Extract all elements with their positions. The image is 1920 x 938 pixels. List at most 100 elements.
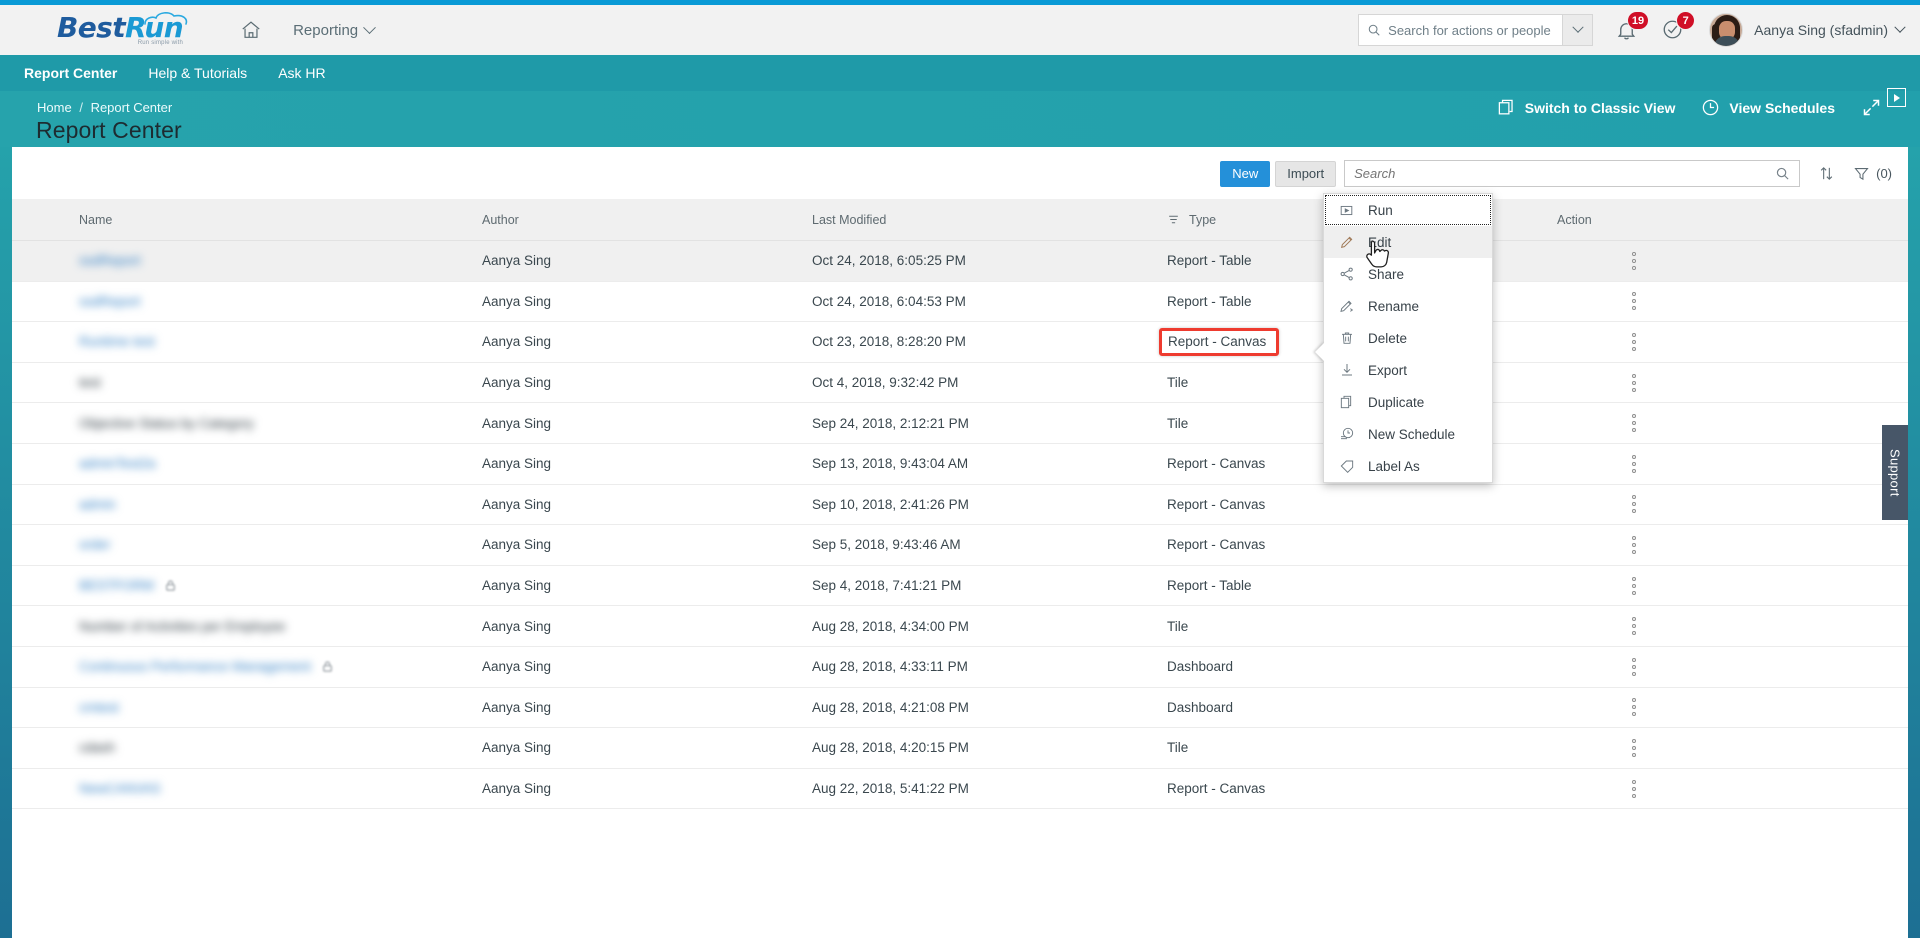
table-row[interactable]: admin Aanya Sing Sep 10, 2018, 2:41:26 PM R… bbox=[12, 484, 1908, 526]
table-row[interactable]: BESTFORM Aanya Sing Sep 4, 2018, 7:41:21 P… bbox=[12, 565, 1908, 607]
report-name-link[interactable]: cmtest bbox=[79, 700, 119, 715]
more-vertical-icon[interactable] bbox=[1632, 332, 1636, 351]
cell-name[interactable]: NewCANVAS bbox=[12, 781, 482, 796]
collapse-panel-button[interactable] bbox=[1887, 88, 1906, 107]
global-search-dropdown-button[interactable] bbox=[1563, 14, 1594, 46]
more-vertical-icon[interactable] bbox=[1632, 698, 1636, 717]
context-menu-item-new-schedule[interactable]: New Schedule bbox=[1324, 418, 1492, 450]
more-vertical-icon[interactable] bbox=[1632, 414, 1636, 433]
cell-name[interactable]: admin bbox=[12, 497, 482, 512]
cell-name[interactable]: test bbox=[12, 375, 482, 390]
support-tab[interactable]: Support bbox=[1882, 425, 1908, 520]
home-icon[interactable] bbox=[239, 18, 263, 42]
cell-name[interactable]: Continuous Performance Management bbox=[12, 659, 482, 674]
report-name-link[interactable]: Objective Status by Category bbox=[79, 416, 254, 431]
more-vertical-icon[interactable] bbox=[1632, 779, 1636, 798]
cell-name[interactable]: order bbox=[12, 537, 482, 552]
report-name-link[interactable]: cdash bbox=[79, 740, 115, 755]
breadcrumb-current[interactable]: Report Center bbox=[91, 100, 173, 115]
trash-icon bbox=[1338, 330, 1355, 347]
report-name-link[interactable]: adminTest2a bbox=[79, 456, 156, 471]
page-title: Report Center bbox=[36, 117, 182, 143]
report-search-input[interactable] bbox=[1354, 166, 1776, 181]
table-row[interactable]: ssdReport Aanya Sing Oct 24, 2018, 6:04:53… bbox=[12, 281, 1908, 323]
context-menu-item-share[interactable]: Share bbox=[1324, 258, 1492, 290]
context-menu-item-export[interactable]: Export bbox=[1324, 354, 1492, 386]
breadcrumb-home[interactable]: Home bbox=[37, 100, 72, 115]
cell-name[interactable]: ssdReport bbox=[12, 253, 482, 268]
table-row[interactable]: ssdReport Aanya Sing Oct 24, 2018, 6:05:25… bbox=[12, 241, 1908, 282]
report-name-link[interactable]: test bbox=[79, 375, 101, 390]
tab-ask-hr[interactable]: Ask HR bbox=[278, 65, 325, 81]
table-row[interactable]: adminTest2a Aanya Sing Sep 13, 2018, 9:43:… bbox=[12, 443, 1908, 485]
context-menu-item-edit[interactable]: Edit bbox=[1324, 226, 1492, 258]
report-name-link[interactable]: ssdReport bbox=[79, 253, 141, 268]
cell-name[interactable]: adminTest2a bbox=[12, 456, 482, 471]
report-name-link[interactable]: ssdReport bbox=[79, 294, 141, 309]
avatar[interactable] bbox=[1709, 13, 1744, 47]
bestrun-logo[interactable]: BestRun Run simple with bbox=[57, 12, 188, 46]
cell-name[interactable]: Number of Activities per Employee bbox=[12, 619, 482, 634]
table-row[interactable]: cdash Aanya Sing Aug 28, 2018, 4:20:15 PM T… bbox=[12, 728, 1908, 769]
table-row[interactable]: test Aanya Sing Oct 4, 2018, 9:32:42 PM Til… bbox=[12, 362, 1908, 404]
expand-fullscreen-icon[interactable] bbox=[1861, 97, 1882, 118]
user-menu[interactable]: Aanya Sing (sfadmin) bbox=[1754, 21, 1906, 38]
report-name-link[interactable]: Runtime test bbox=[79, 334, 155, 349]
more-vertical-icon[interactable] bbox=[1632, 454, 1636, 473]
context-menu-item-label-as[interactable]: Label As bbox=[1324, 450, 1492, 482]
more-vertical-icon[interactable] bbox=[1632, 495, 1636, 514]
table-row[interactable]: NewCANVAS Aanya Sing Aug 22, 2018, 5:41:22… bbox=[12, 768, 1908, 810]
context-menu-item-run[interactable]: Run bbox=[1324, 194, 1492, 226]
report-name-link[interactable]: admin bbox=[79, 497, 116, 512]
more-vertical-icon[interactable] bbox=[1632, 292, 1636, 311]
table-row[interactable]: cmtest Aanya Sing Aug 28, 2018, 4:21:08 PM… bbox=[12, 687, 1908, 729]
more-vertical-icon[interactable] bbox=[1632, 617, 1636, 636]
report-name-link[interactable]: order bbox=[79, 537, 111, 552]
context-menu-item-duplicate[interactable]: Duplicate bbox=[1324, 386, 1492, 418]
more-vertical-icon[interactable] bbox=[1632, 373, 1636, 392]
tab-help-tutorials[interactable]: Help & Tutorials bbox=[148, 65, 247, 81]
more-vertical-icon[interactable] bbox=[1632, 535, 1636, 554]
report-name-link[interactable]: BESTFORM bbox=[79, 578, 154, 593]
cell-last-modified: Aug 28, 2018, 4:21:08 PM bbox=[812, 699, 969, 715]
more-vertical-icon[interactable] bbox=[1632, 657, 1636, 676]
global-search-input[interactable]: Search for actions or people bbox=[1358, 14, 1564, 46]
table-row[interactable]: order Aanya Sing Sep 5, 2018, 9:43:46 AM Re… bbox=[12, 525, 1908, 566]
cell-name[interactable]: Runtime test bbox=[12, 334, 482, 349]
context-menu-item-delete[interactable]: Delete bbox=[1324, 322, 1492, 354]
new-button[interactable]: New bbox=[1220, 160, 1271, 187]
report-search-field[interactable] bbox=[1344, 160, 1801, 187]
report-name-link[interactable]: Continuous Performance Management bbox=[79, 659, 311, 674]
table-row[interactable]: Number of Activities per Employee Aanya S… bbox=[12, 606, 1908, 647]
tasks-button[interactable]: 7 bbox=[1661, 11, 1696, 42]
notifications-button[interactable]: 19 bbox=[1615, 11, 1650, 42]
cell-author: Aanya Sing bbox=[482, 740, 552, 756]
cell-name[interactable]: BESTFORM bbox=[12, 578, 482, 593]
cell-name[interactable]: Objective Status by Category bbox=[12, 416, 482, 431]
filter-funnel-icon[interactable] bbox=[1853, 165, 1870, 182]
more-vertical-icon[interactable] bbox=[1632, 251, 1636, 270]
table-row[interactable]: Continuous Performance Management Aanya S… bbox=[12, 646, 1908, 688]
report-name-link[interactable]: NewCANVAS bbox=[79, 781, 161, 796]
cell-name[interactable]: ssdReport bbox=[12, 294, 482, 309]
report-name-link[interactable]: Number of Activities per Employee bbox=[79, 619, 285, 634]
sort-arrows-icon[interactable] bbox=[1818, 165, 1835, 182]
table-row[interactable]: Objective Status by Category Aanya Sing Se… bbox=[12, 403, 1908, 444]
cell-name[interactable]: cmtest bbox=[12, 700, 482, 715]
column-header-name[interactable]: Name bbox=[12, 213, 482, 227]
more-vertical-icon[interactable] bbox=[1632, 738, 1636, 757]
report-type-value: Report - Canvas bbox=[1167, 781, 1266, 797]
table-row[interactable]: Runtime test Aanya Sing Oct 23, 2018, 8:28… bbox=[12, 322, 1908, 363]
switch-to-classic-view-button[interactable]: Switch to Classic View bbox=[1497, 98, 1675, 117]
cell-action bbox=[1557, 332, 1787, 351]
column-header-author[interactable]: Author bbox=[482, 213, 812, 227]
reporting-nav-dropdown[interactable]: Reporting bbox=[293, 20, 377, 39]
column-header-last-modified[interactable]: Last Modified bbox=[812, 213, 1167, 227]
view-schedules-button[interactable]: View Schedules bbox=[1701, 98, 1835, 117]
context-menu-item-rename[interactable]: Rename bbox=[1324, 290, 1492, 322]
cell-name[interactable]: cdash bbox=[12, 740, 482, 755]
more-vertical-icon[interactable] bbox=[1632, 576, 1636, 595]
tab-report-center[interactable]: Report Center bbox=[24, 65, 117, 81]
column-filter-icon[interactable] bbox=[1167, 213, 1180, 226]
import-button[interactable]: Import bbox=[1275, 160, 1337, 187]
